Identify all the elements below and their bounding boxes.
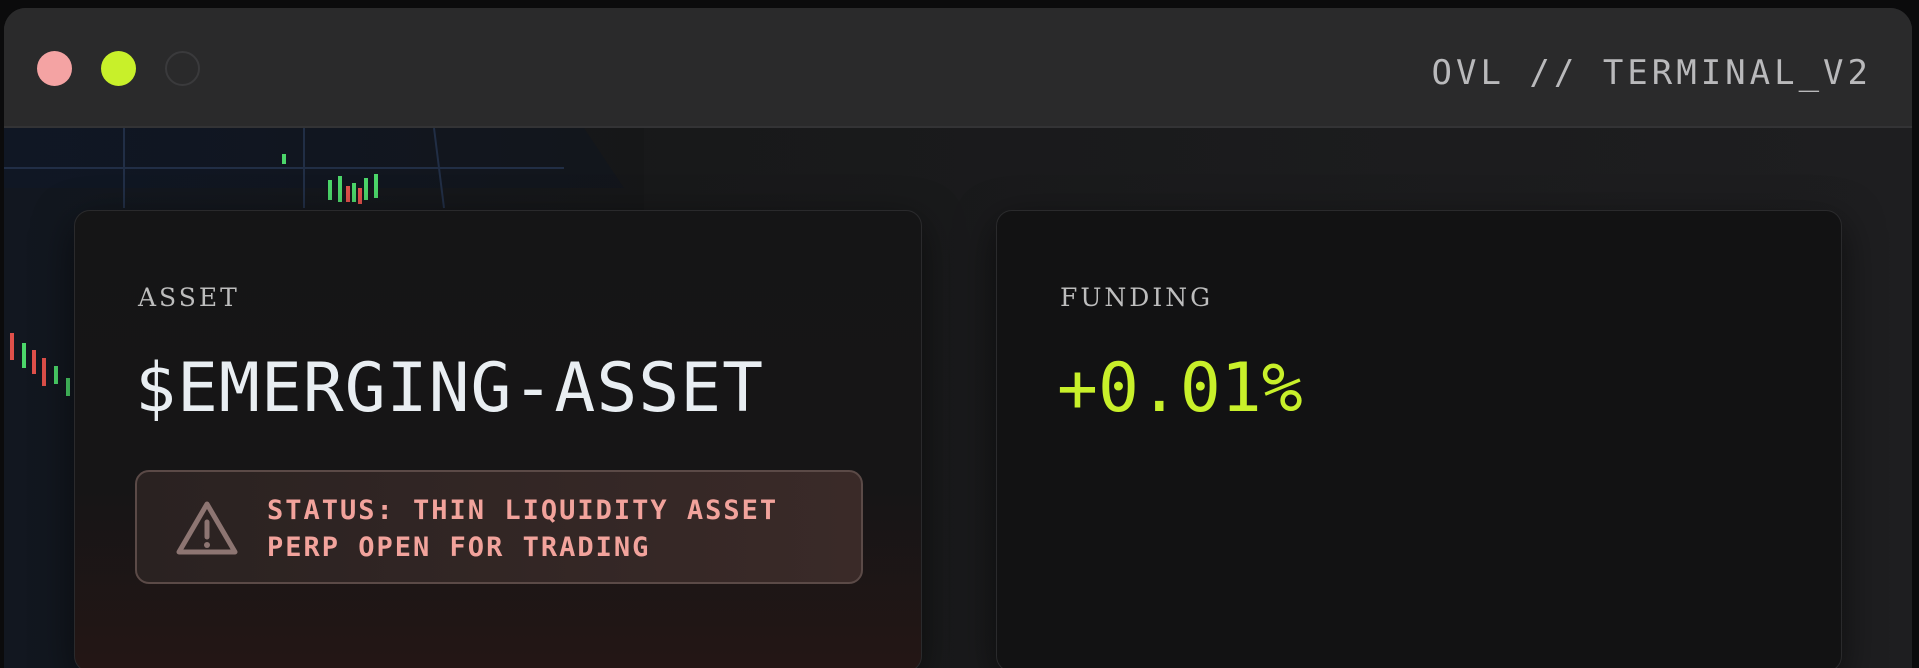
terminal-window: OVL // TERMINAL_V2 ASSET $EMERGING-ASSET… [4,8,1912,668]
maximize-button[interactable] [101,51,136,86]
status-warning-box: STATUS: THIN LIQUIDITY ASSET PERP OPEN F… [135,470,863,584]
asset-card: ASSET $EMERGING-ASSET STATUS: THIN LIQUI… [74,210,922,668]
funding-card: FUNDING +0.01% [996,210,1842,668]
funding-rate-value: +0.01% [1057,349,1303,428]
warning-triangle-icon [176,501,238,555]
status-text: STATUS: THIN LIQUIDITY ASSET PERP OPEN F… [267,492,778,566]
funding-label: FUNDING [1060,283,1214,312]
close-button[interactable] [37,51,72,86]
status-line-2: PERP OPEN FOR TRADING [267,532,651,563]
asset-label: ASSET [138,283,240,312]
minimize-button[interactable] [165,51,200,86]
window-title: OVL // TERMINAL_V2 [1431,53,1872,93]
asset-name: $EMERGING-ASSET [135,349,765,428]
title-bar: OVL // TERMINAL_V2 [4,8,1912,128]
content-area: ASSET $EMERGING-ASSET STATUS: THIN LIQUI… [4,128,1912,668]
status-line-1: STATUS: THIN LIQUIDITY ASSET [267,495,779,526]
